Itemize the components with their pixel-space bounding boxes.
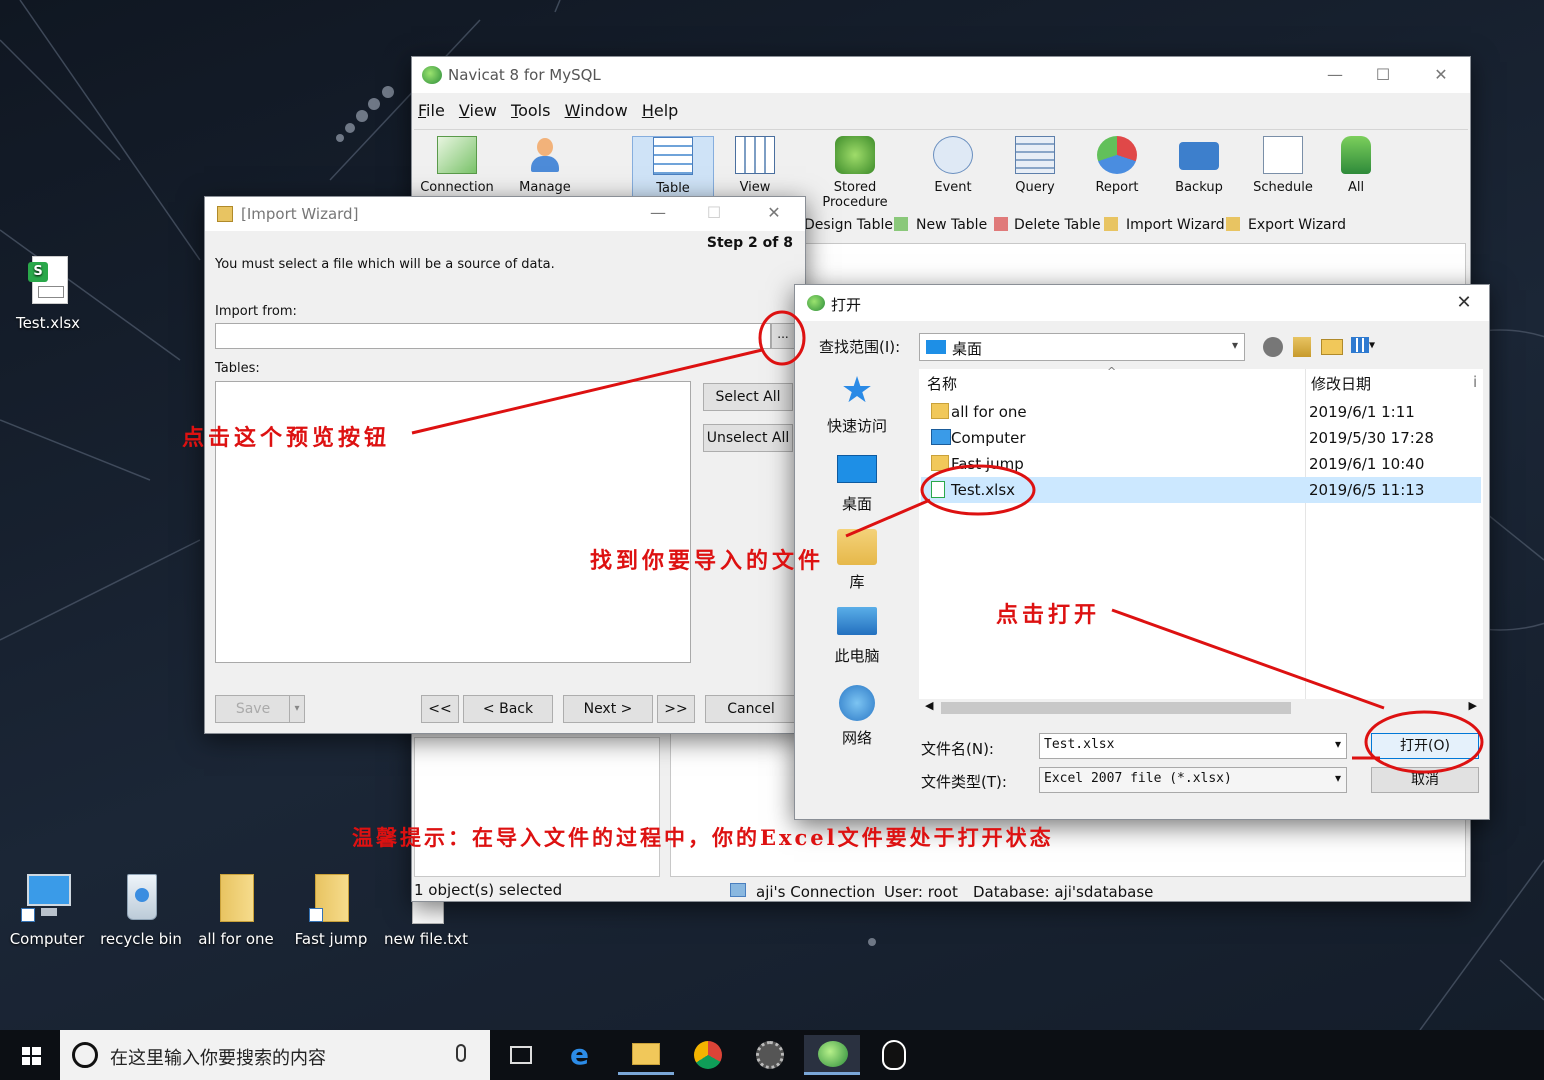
- taskbar-search-box[interactable]: 在这里输入你要搜索的内容: [60, 1030, 490, 1080]
- annotation-browse: 点击这个预览按钮: [182, 425, 391, 451]
- start-button[interactable]: [4, 1035, 56, 1075]
- annotation-find-file: 找到你要导入的文件: [590, 548, 825, 574]
- edge-icon: e: [570, 1038, 589, 1071]
- annotation-tip: 温馨提示：在导入文件的过程中，你的Excel文件要处于打开状态: [352, 825, 1054, 850]
- search-placeholder: 在这里输入你要搜索的内容: [110, 1048, 326, 1069]
- chrome-icon: [694, 1041, 722, 1069]
- qq-penguin-icon: [882, 1040, 906, 1070]
- taskbar-qq[interactable]: [866, 1035, 922, 1075]
- annotation-click-open: 点击打开: [996, 602, 1101, 628]
- open-highlight-circle: [1364, 710, 1484, 774]
- navicat-logo-icon: [818, 1041, 848, 1067]
- taskbar-app[interactable]: [742, 1035, 798, 1075]
- taskbar-chrome[interactable]: [680, 1035, 736, 1075]
- windows-icon: [22, 1047, 41, 1065]
- annotation-overlay: [411, 310, 1484, 774]
- folder-icon: [632, 1043, 660, 1065]
- browse-highlight-circle: [758, 310, 806, 366]
- task-view-icon: [510, 1046, 532, 1064]
- cortana-icon: [72, 1042, 98, 1068]
- gear-icon: [756, 1041, 784, 1069]
- file-arrow-line: [845, 498, 931, 538]
- taskbar-explorer[interactable]: [618, 1035, 674, 1075]
- taskbar-edge[interactable]: e: [556, 1035, 612, 1075]
- microphone-icon[interactable]: [456, 1044, 466, 1062]
- browse-arrow-line: [411, 348, 763, 435]
- task-view-button[interactable]: [494, 1035, 550, 1075]
- taskbar: 在这里输入你要搜索的内容 e: [0, 1030, 1544, 1080]
- open-arrow-line: [1111, 608, 1385, 710]
- taskbar-navicat[interactable]: [804, 1035, 860, 1075]
- file-highlight-circle: [920, 464, 1036, 516]
